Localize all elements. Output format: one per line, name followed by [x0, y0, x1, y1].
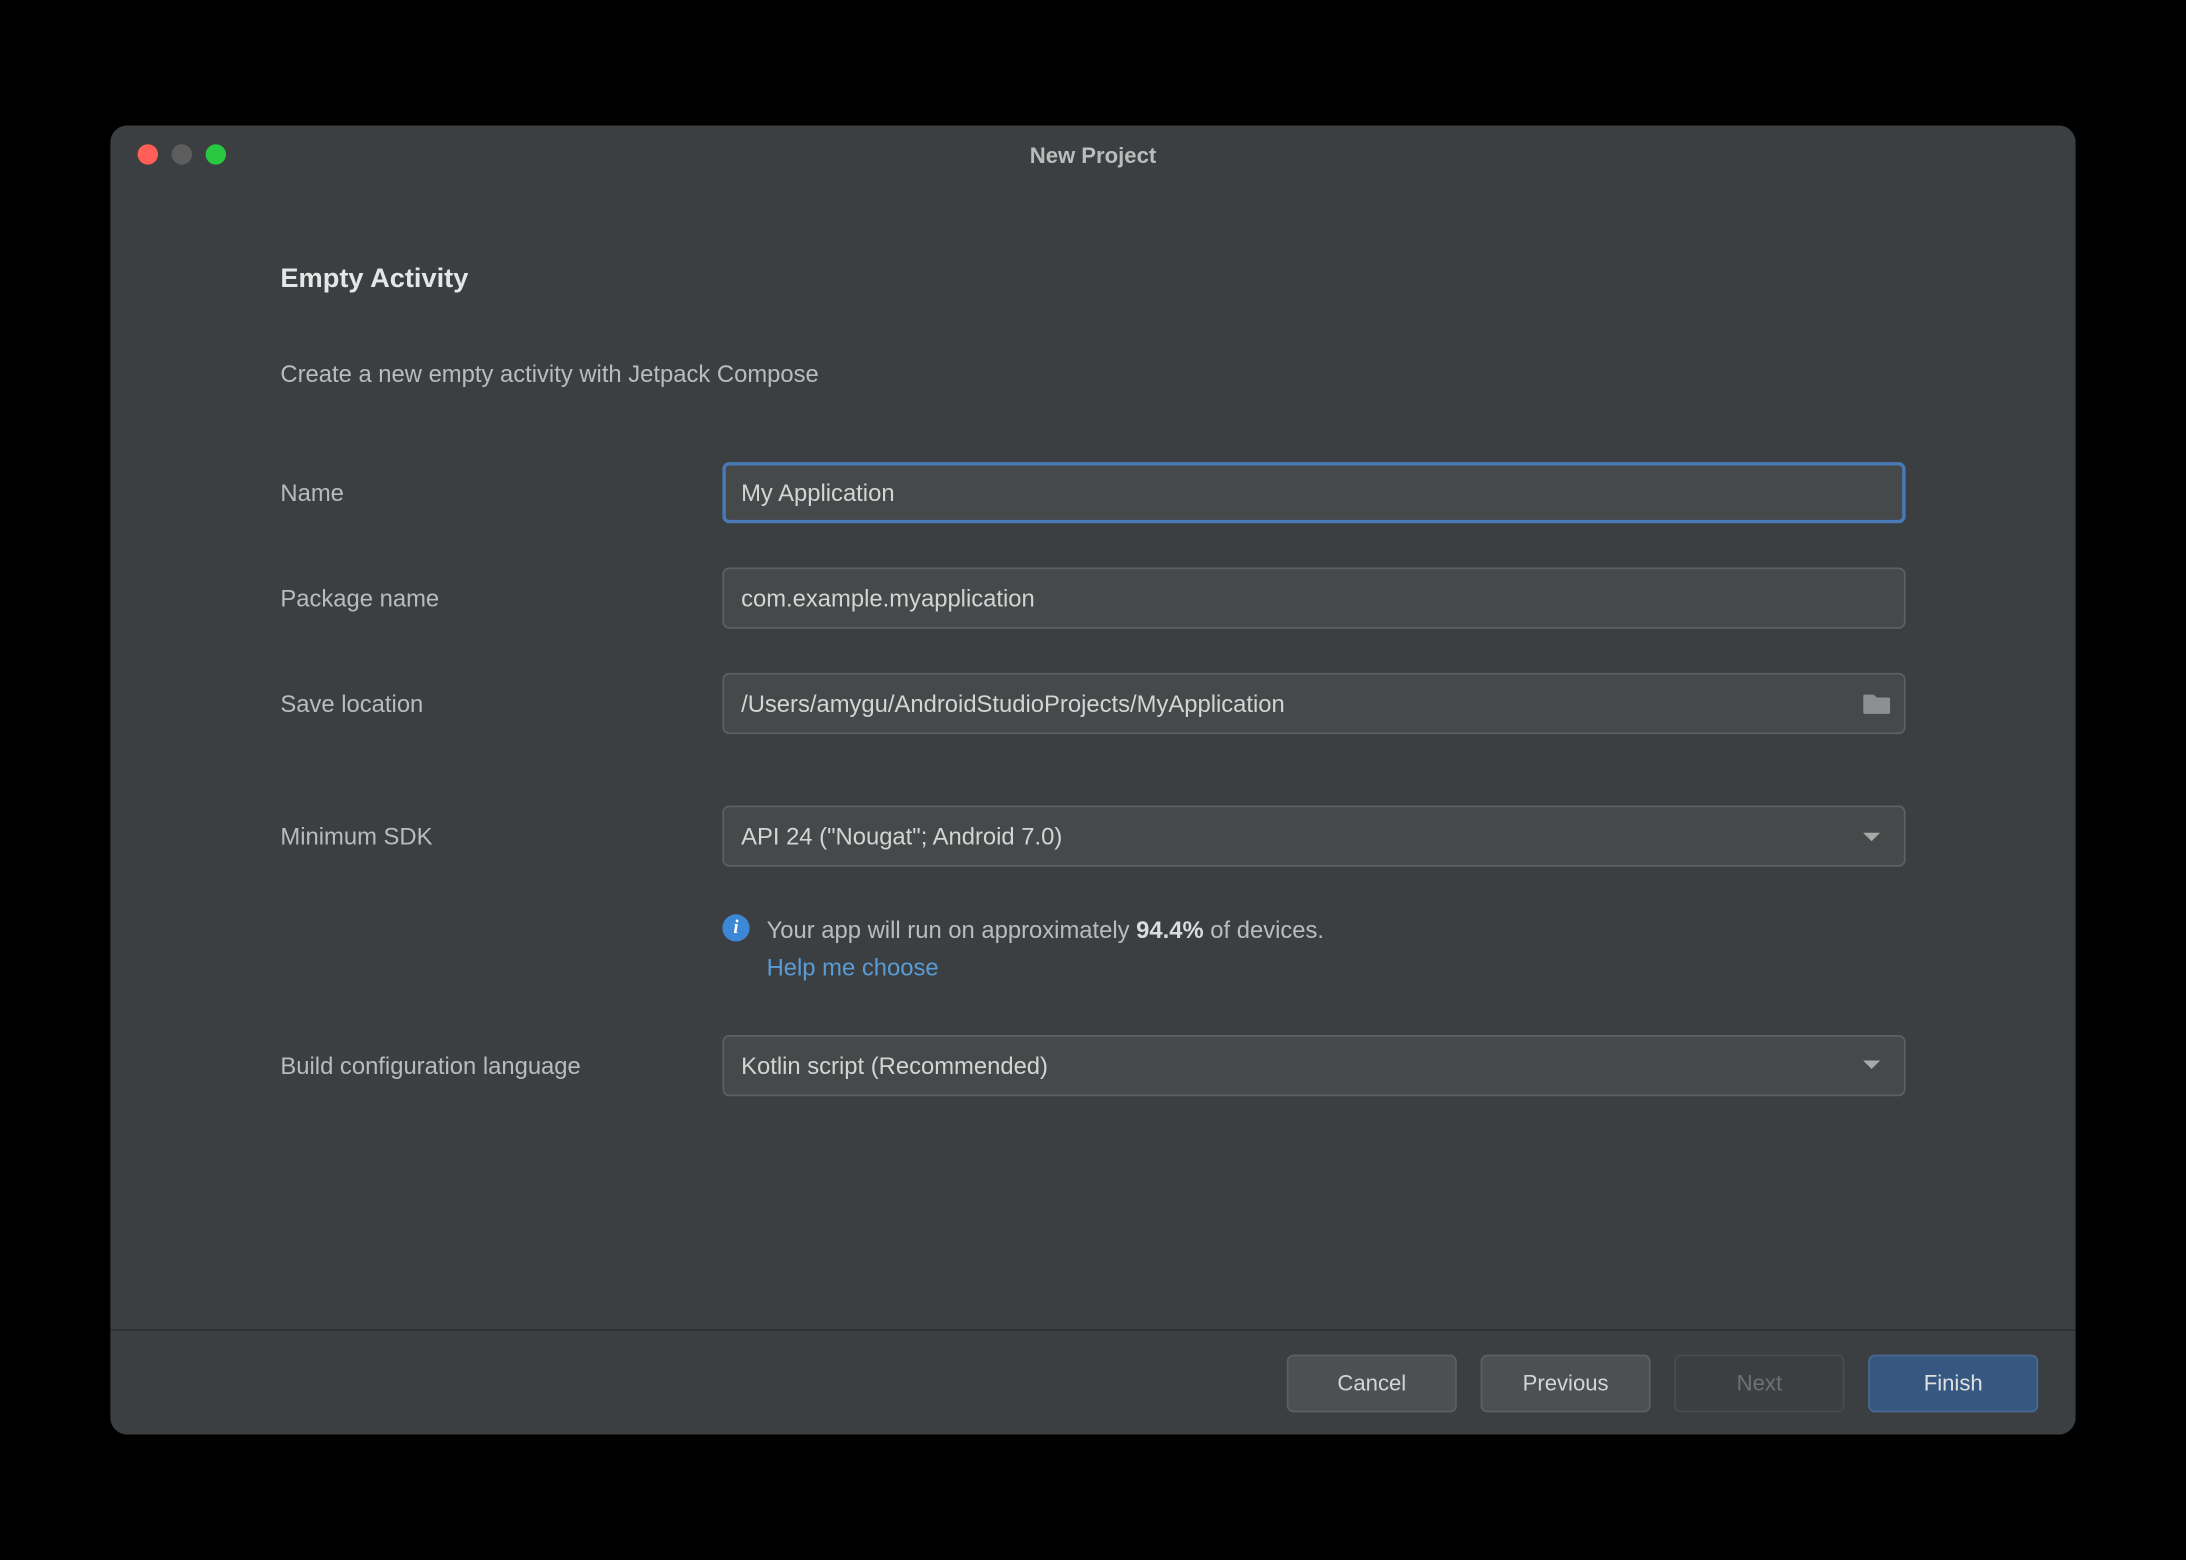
min-sdk-value: API 24 ("Nougat"; Android 7.0)	[741, 823, 1062, 850]
dialog-content: Empty Activity Create a new empty activi…	[110, 183, 2075, 1329]
name-input[interactable]	[722, 462, 1905, 523]
min-sdk-select[interactable]: API 24 ("Nougat"; Android 7.0)	[722, 806, 1905, 867]
info-prefix: Your app will run on approximately	[767, 916, 1137, 943]
sdk-info: i Your app will run on approximately 94.…	[722, 911, 1905, 987]
build-lang-value: Kotlin script (Recommended)	[741, 1052, 1048, 1079]
info-suffix: of devices.	[1204, 916, 1324, 943]
finish-button[interactable]: Finish	[1868, 1354, 2038, 1412]
chevron-down-icon	[1863, 832, 1880, 841]
cancel-button[interactable]: Cancel	[1287, 1354, 1457, 1412]
package-label: Package name	[280, 585, 722, 612]
sdk-info-text: Your app will run on approximately 94.4%…	[767, 911, 1324, 987]
page-description: Create a new empty activity with Jetpack…	[280, 360, 1905, 387]
name-row: Name	[280, 462, 1905, 523]
info-icon: i	[722, 914, 749, 941]
name-label: Name	[280, 479, 722, 506]
package-input[interactable]	[722, 568, 1905, 629]
window-title: New Project	[110, 142, 2075, 168]
page-heading: Empty Activity	[280, 265, 1905, 296]
previous-button[interactable]: Previous	[1481, 1354, 1651, 1412]
min-sdk-label: Minimum SDK	[280, 823, 722, 850]
browse-folder-icon[interactable]	[1861, 692, 1892, 716]
save-location-input[interactable]	[722, 673, 1905, 734]
build-lang-label: Build configuration language	[280, 1052, 722, 1079]
chevron-down-icon	[1863, 1061, 1880, 1070]
minimize-window-icon[interactable]	[172, 144, 192, 164]
dialog-window: New Project Empty Activity Create a new …	[110, 126, 2075, 1435]
min-sdk-row: Minimum SDK API 24 ("Nougat"; Android 7.…	[280, 806, 1905, 867]
window-controls	[110, 144, 226, 164]
build-lang-row: Build configuration language Kotlin scri…	[280, 1035, 1905, 1096]
package-row: Package name	[280, 568, 1905, 629]
help-choose-link[interactable]: Help me choose	[767, 954, 939, 981]
next-button: Next	[1674, 1354, 1844, 1412]
close-window-icon[interactable]	[138, 144, 158, 164]
save-location-row: Save location	[280, 673, 1905, 734]
maximize-window-icon[interactable]	[206, 144, 226, 164]
info-percent: 94.4%	[1136, 916, 1203, 943]
dialog-footer: Cancel Previous Next Finish	[110, 1329, 2075, 1434]
save-location-label: Save location	[280, 690, 722, 717]
build-lang-select[interactable]: Kotlin script (Recommended)	[722, 1035, 1905, 1096]
title-bar: New Project	[110, 126, 2075, 184]
